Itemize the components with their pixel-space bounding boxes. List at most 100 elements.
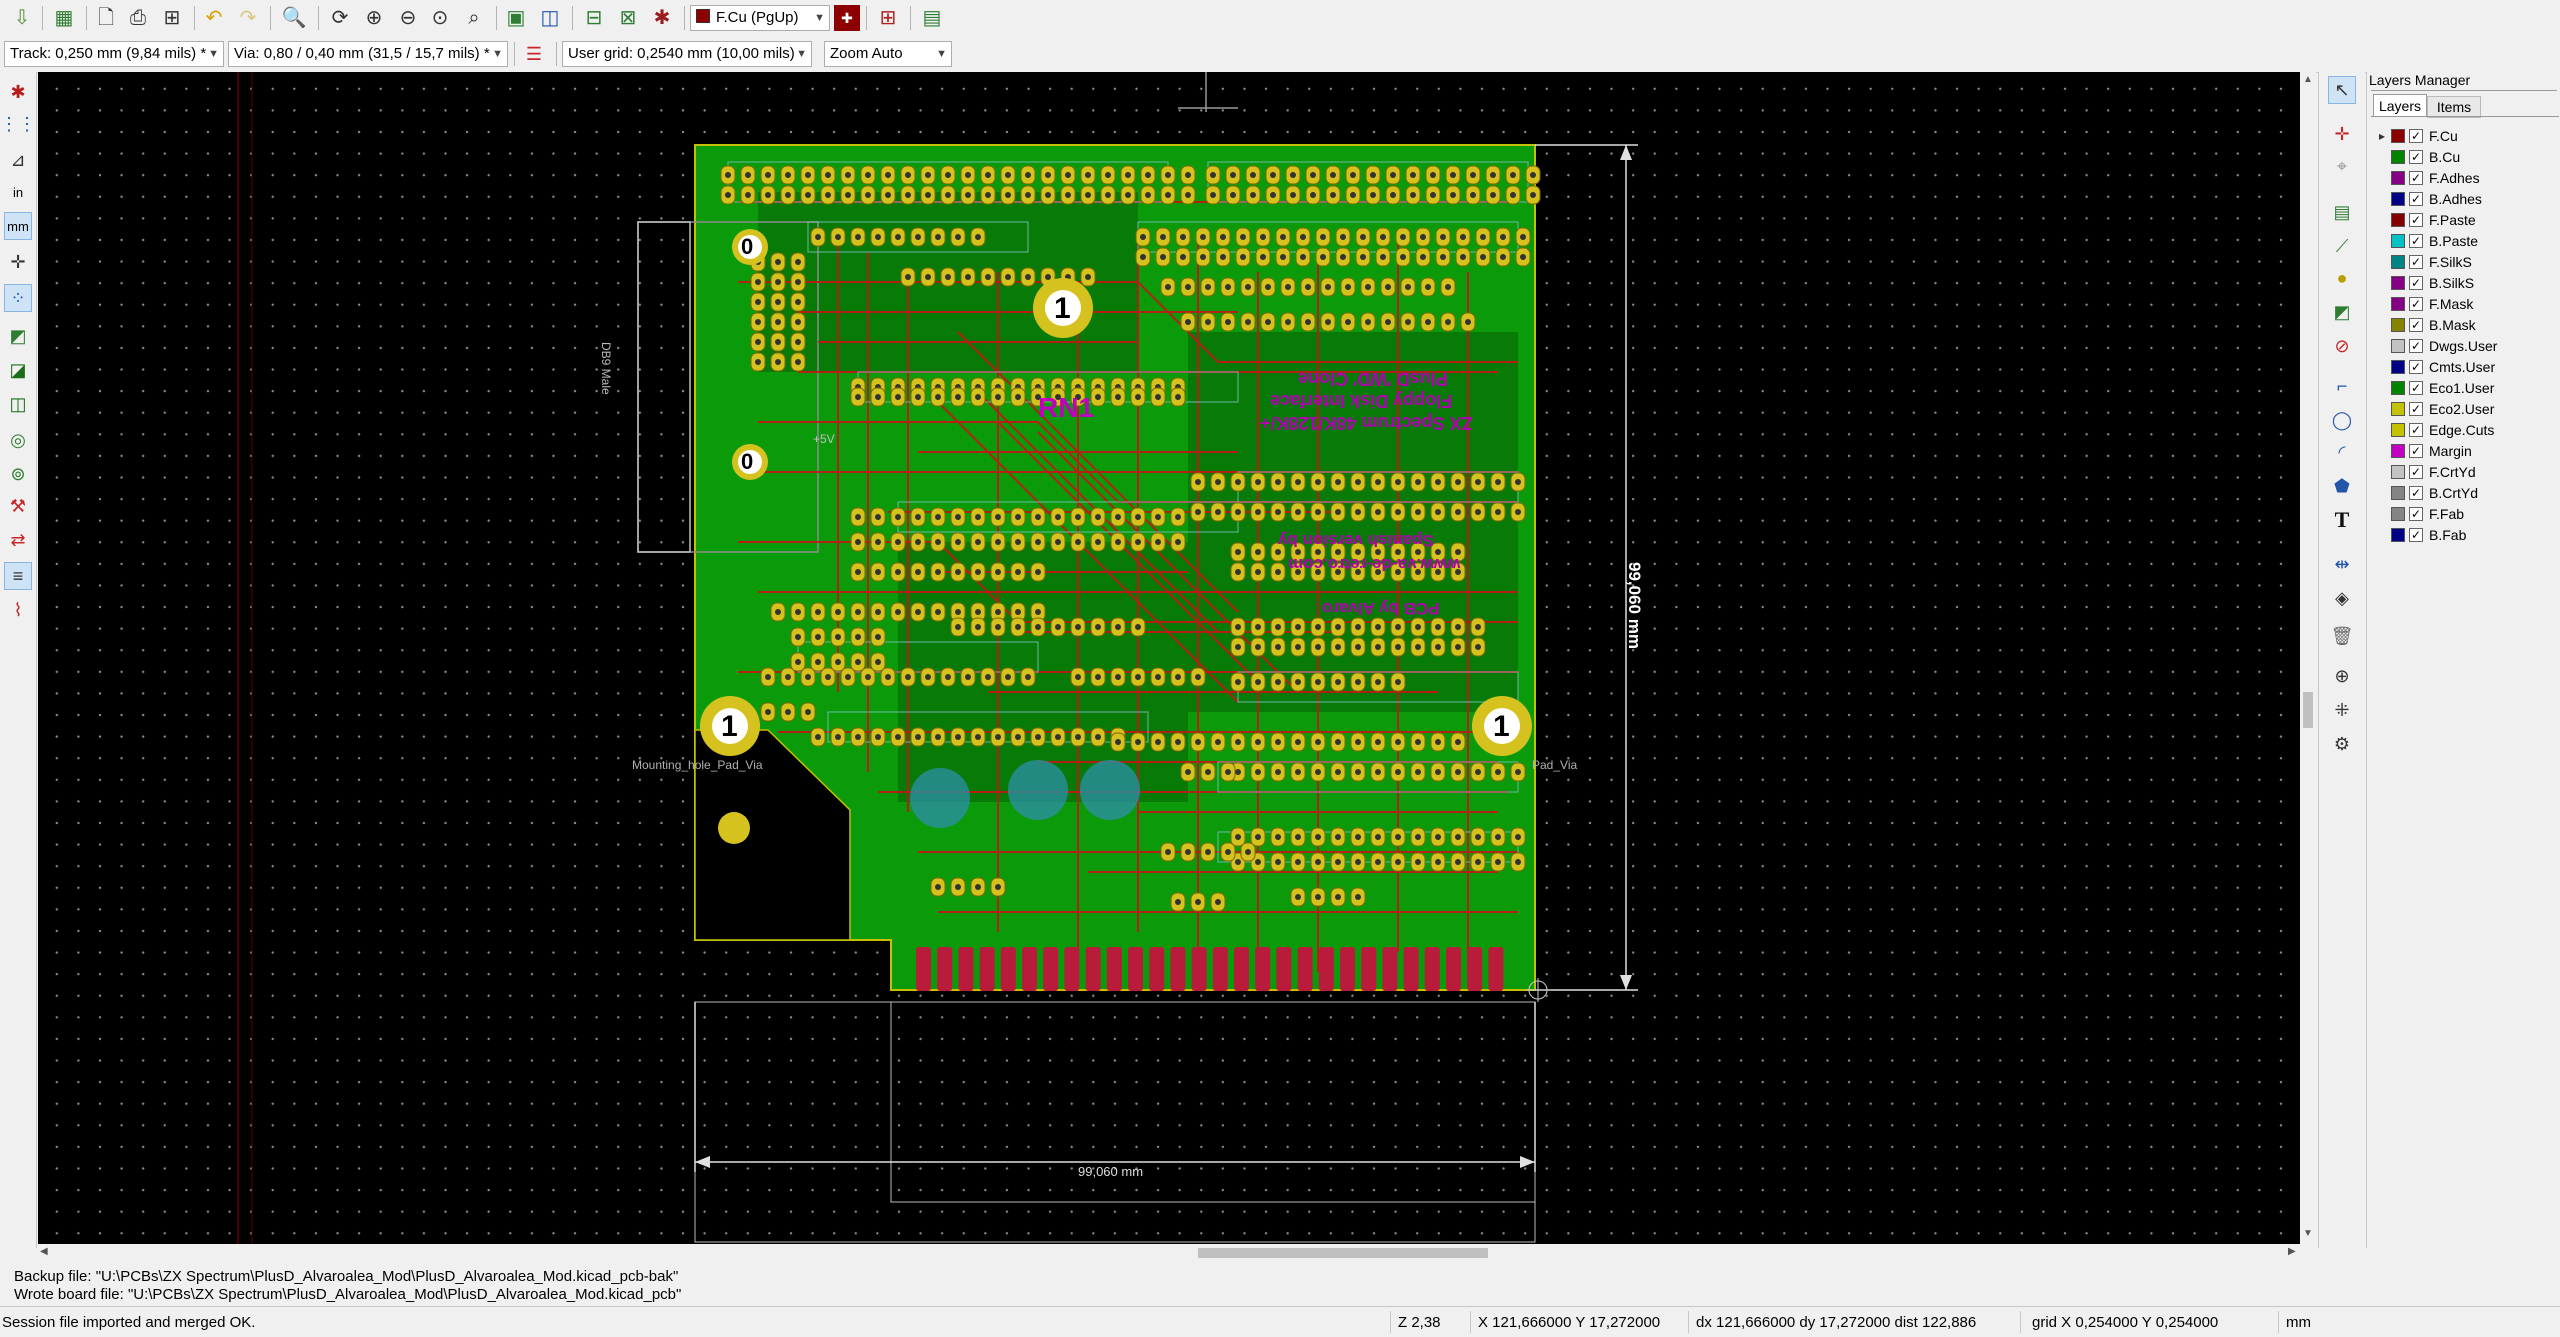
layer-row-f-adhes[interactable]: ✓ F.Adhes xyxy=(2381,168,2559,188)
tab-items[interactable]: Items xyxy=(2427,96,2481,118)
vertical-scrollbar[interactable]: ▲ ▼ xyxy=(2300,72,2316,1244)
layer-color-swatch[interactable] xyxy=(2391,486,2405,500)
layer-row-b-fab[interactable]: ✓ B.Fab xyxy=(2381,525,2559,545)
scroll-right-icon[interactable]: ▶ xyxy=(2288,1246,2296,1257)
select-tool-icon[interactable]: ↖ xyxy=(2328,76,2356,104)
horizontal-scrollbar[interactable]: ◀ ▶ xyxy=(38,1244,2316,1262)
layer-visibility-checkbox[interactable]: ✓ xyxy=(2409,444,2423,458)
layer-row-margin[interactable]: ✓ Margin xyxy=(2381,441,2559,461)
auto-track-width-icon[interactable]: ☰ xyxy=(520,40,548,68)
footprint-viewer-icon[interactable]: ◫ xyxy=(536,4,564,32)
layer-visibility-checkbox[interactable]: ✓ xyxy=(2409,528,2423,542)
zoom-selection-icon[interactable]: ⌕ xyxy=(460,4,488,32)
add-arc-icon[interactable]: ◜ xyxy=(2328,438,2356,466)
add-target-icon[interactable]: ◈ xyxy=(2328,584,2356,612)
layer-visibility-checkbox[interactable]: ✓ xyxy=(2409,171,2423,185)
footprint-editor-icon[interactable]: ▣ xyxy=(502,4,530,32)
layer-visibility-checkbox[interactable]: ✓ xyxy=(2409,297,2423,311)
drill-origin-icon[interactable]: ⊕ xyxy=(2328,662,2356,690)
layer-row-cmts-user[interactable]: ✓ Cmts.User xyxy=(2381,357,2559,377)
update-pcb-icon[interactable]: ⊠ xyxy=(614,4,642,32)
add-via-icon[interactable]: ● xyxy=(2328,264,2356,292)
zone-outline-icon[interactable]: ◪ xyxy=(4,356,32,384)
layer-row-b-adhes[interactable]: ✓ B.Adhes xyxy=(2381,189,2559,209)
layers-manager-toggle-icon[interactable]: ≡ xyxy=(4,562,32,590)
zone-fill-icon[interactable]: ◩ xyxy=(4,322,32,350)
layer-visibility-checkbox[interactable]: ✓ xyxy=(2409,213,2423,227)
layer-row-f-paste[interactable]: ✓ F.Paste xyxy=(2381,210,2559,230)
layer-color-swatch[interactable] xyxy=(2391,465,2405,479)
via-size-select[interactable]: Via: 0,80 / 0,40 mm (31,5 / 15,7 mils) *… xyxy=(228,41,508,67)
layer-row-f-cu[interactable]: ▸ ✓ F.Cu xyxy=(2379,126,2559,146)
layer-pair-icon[interactable]: ✚ xyxy=(834,5,860,31)
layer-visibility-checkbox[interactable]: ✓ xyxy=(2409,360,2423,374)
scroll-up-icon[interactable]: ▲ xyxy=(2303,74,2313,85)
layer-color-swatch[interactable] xyxy=(2391,381,2405,395)
layer-select[interactable]: F.Cu (PgUp) ▼ xyxy=(690,5,830,31)
pad-sketch-icon[interactable]: ◎ xyxy=(4,426,32,454)
layer-row-f-crtyd[interactable]: ✓ F.CrtYd xyxy=(2381,462,2559,482)
redo-icon[interactable]: ↷ xyxy=(234,4,262,32)
layer-row-eco2-user[interactable]: ✓ Eco2.User xyxy=(2381,399,2559,419)
pcb-canvas[interactable]: DB9 Male +5V ZX Spectrum 48K/128K/+ Flop… xyxy=(38,72,2300,1244)
layer-visibility-checkbox[interactable]: ✓ xyxy=(2409,423,2423,437)
track-sketch-icon[interactable]: ⚒ xyxy=(4,492,32,520)
layer-color-swatch[interactable] xyxy=(2391,297,2405,311)
ratsnest-icon[interactable]: ⁘ xyxy=(4,284,32,312)
track-width-select[interactable]: Track: 0,250 mm (9,84 mils) * ▼ xyxy=(4,41,224,67)
layer-row-f-mask[interactable]: ✓ F.Mask xyxy=(2381,294,2559,314)
save-icon[interactable]: ⇩ xyxy=(8,4,36,32)
layer-row-dwgs-user[interactable]: ✓ Dwgs.User xyxy=(2381,336,2559,356)
layer-visibility-checkbox[interactable]: ✓ xyxy=(2409,150,2423,164)
layer-visibility-checkbox[interactable]: ✓ xyxy=(2409,276,2423,290)
scroll-left-icon[interactable]: ◀ xyxy=(40,1246,48,1257)
units-mm-button[interactable]: mm xyxy=(4,212,32,240)
layer-color-swatch[interactable] xyxy=(2391,528,2405,542)
polar-coords-icon[interactable]: ⊿ xyxy=(4,146,32,174)
scroll-thumb[interactable] xyxy=(2303,692,2313,728)
layer-color-swatch[interactable] xyxy=(2391,150,2405,164)
layer-row-edge-cuts[interactable]: ✓ Edge.Cuts xyxy=(2381,420,2559,440)
plot-icon[interactable]: ⊞ xyxy=(158,4,186,32)
layer-visibility-checkbox[interactable]: ✓ xyxy=(2409,402,2423,416)
layer-color-swatch[interactable] xyxy=(2391,171,2405,185)
find-icon[interactable]: 🔍 xyxy=(280,4,308,32)
high-contrast-icon[interactable]: ⇄ xyxy=(4,526,32,554)
layer-color-swatch[interactable] xyxy=(2391,318,2405,332)
layer-color-swatch[interactable] xyxy=(2391,507,2405,521)
add-zone-icon[interactable]: ◩ xyxy=(2328,298,2356,326)
scroll-down-icon[interactable]: ▼ xyxy=(2303,1228,2313,1239)
layer-color-swatch[interactable] xyxy=(2391,360,2405,374)
grid-toggle-icon[interactable]: ⋮⋮ xyxy=(0,110,36,138)
layer-row-b-crtyd[interactable]: ✓ B.CrtYd xyxy=(2381,483,2559,503)
units-inch-button[interactable]: in xyxy=(4,178,32,206)
layer-visibility-checkbox[interactable]: ✓ xyxy=(2409,339,2423,353)
layer-color-swatch[interactable] xyxy=(2391,129,2405,143)
zoom-select[interactable]: Zoom Auto ▼ xyxy=(824,41,952,67)
drc-off-icon[interactable]: ✱ xyxy=(4,78,32,106)
scripting-icon[interactable]: ⊞ xyxy=(874,4,902,32)
add-dimension-icon[interactable]: ⇹ xyxy=(2328,550,2356,578)
board-setup-icon[interactable]: ▦ xyxy=(50,4,78,32)
cursor-shape-icon[interactable]: ✛ xyxy=(4,248,32,276)
tab-layers[interactable]: Layers xyxy=(2373,94,2427,117)
layer-visibility-checkbox[interactable]: ✓ xyxy=(2409,507,2423,521)
layer-visibility-checkbox[interactable]: ✓ xyxy=(2409,486,2423,500)
layer-visibility-checkbox[interactable]: ✓ xyxy=(2409,234,2423,248)
grid-origin-icon[interactable]: ⁜ xyxy=(2328,696,2356,724)
microwave-tools-icon[interactable]: ⌇ xyxy=(4,596,32,624)
grid-select[interactable]: User grid: 0,2540 mm (10,00 mils) ▼ xyxy=(562,41,812,67)
layer-color-swatch[interactable] xyxy=(2391,255,2405,269)
layer-color-swatch[interactable] xyxy=(2391,234,2405,248)
layer-visibility-checkbox[interactable]: ✓ xyxy=(2409,318,2423,332)
via-sketch-icon[interactable]: ⊚ xyxy=(4,460,32,488)
measure-tool-icon[interactable]: ⚙ xyxy=(2328,730,2356,758)
print-icon[interactable]: ⎙ xyxy=(124,4,152,32)
layer-row-b-mask[interactable]: ✓ B.Mask xyxy=(2381,315,2559,335)
zone-sketch-icon[interactable]: ◫ xyxy=(4,390,32,418)
keepout-icon[interactable]: ⊘ xyxy=(2328,332,2356,360)
layer-visibility-checkbox[interactable]: ✓ xyxy=(2409,381,2423,395)
layer-color-swatch[interactable] xyxy=(2391,213,2405,227)
delete-tool-icon[interactable]: 🗑 xyxy=(2328,622,2356,650)
add-text-icon[interactable]: T xyxy=(2328,506,2356,534)
